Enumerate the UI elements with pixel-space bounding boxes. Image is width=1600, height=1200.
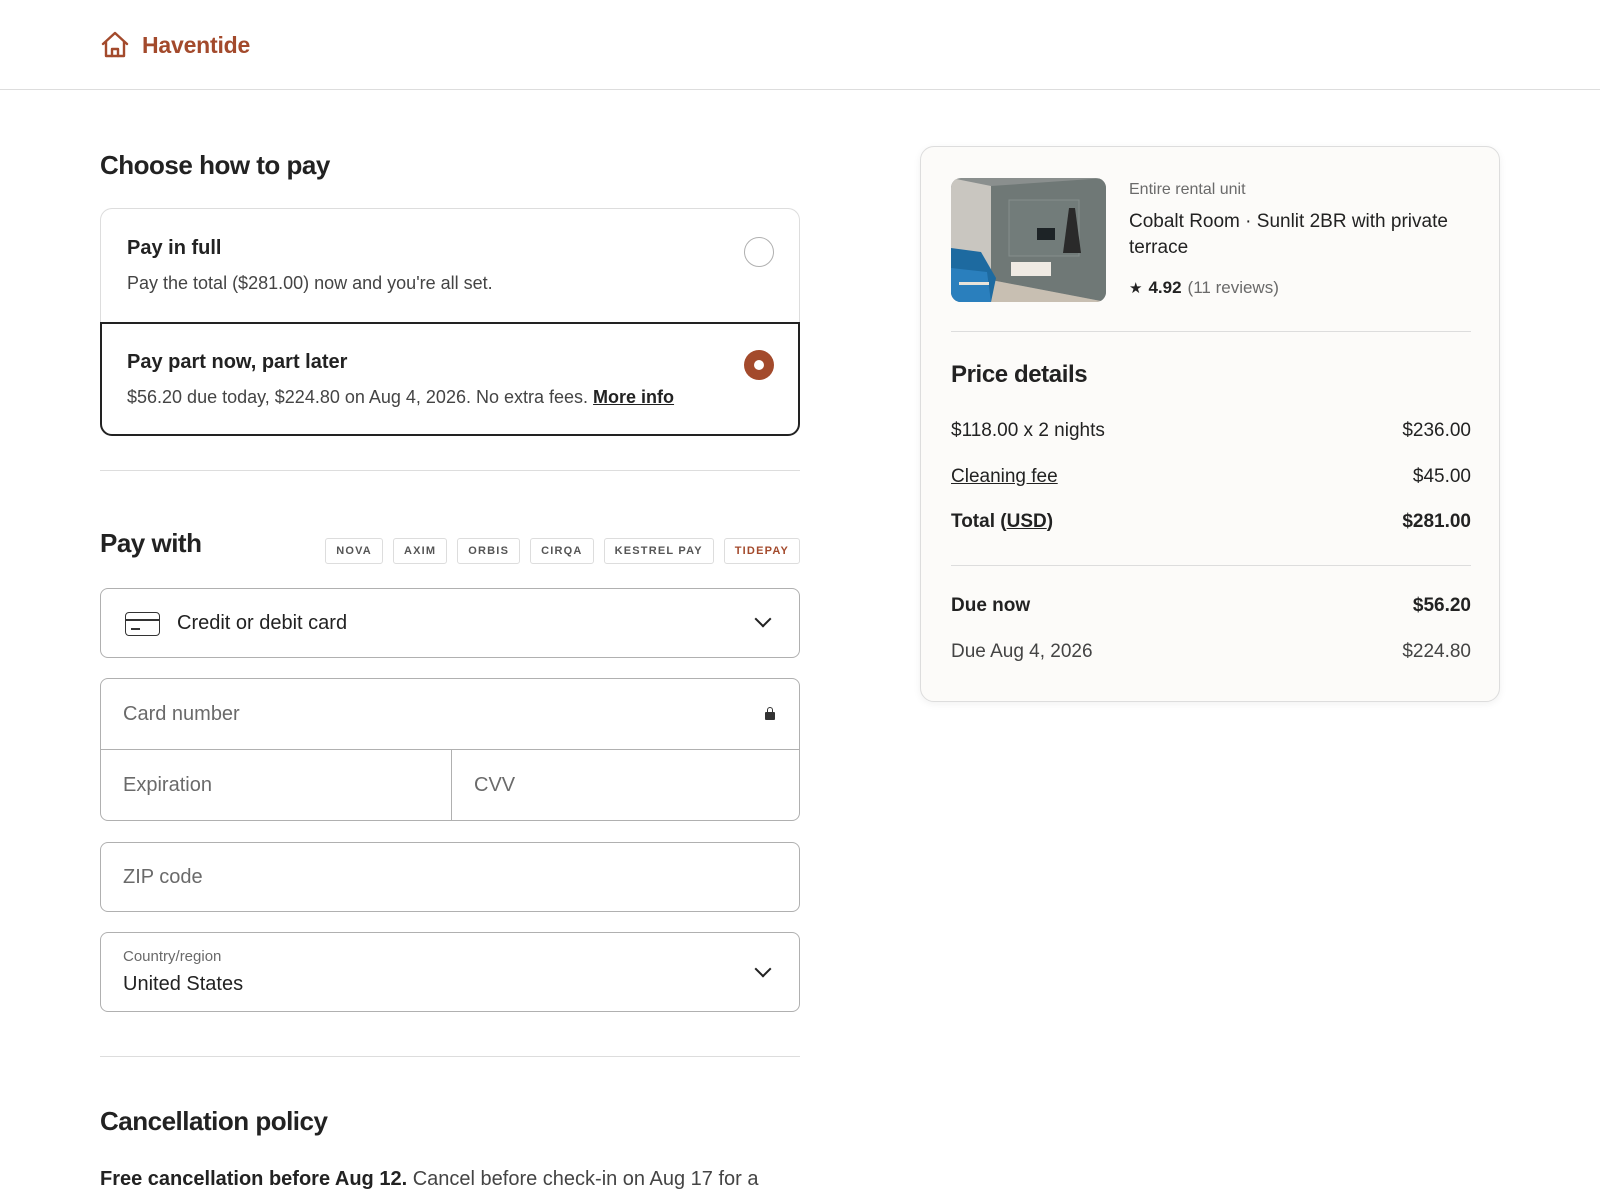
summary-divider: [951, 331, 1471, 332]
total-value: $281.00: [1402, 511, 1471, 532]
brand-chip: AXIM: [392, 538, 448, 564]
row-value: $236.00: [1402, 420, 1471, 441]
option-title: Pay part now, part later: [127, 351, 348, 373]
booking-summary-card: Entire rental unit Cobalt Room · Sunlit …: [920, 146, 1500, 702]
review-count: (11 reviews): [1187, 278, 1279, 297]
rating-score: 4.92: [1148, 278, 1182, 297]
pay-part-now-radio[interactable]: [744, 350, 774, 380]
section-divider: [100, 1056, 800, 1057]
cvv-input[interactable]: CVV: [452, 750, 800, 821]
home-icon: [101, 31, 129, 58]
lock-icon: [765, 707, 775, 721]
pay-part-now-option[interactable]: Pay part now, part later $56.20 due toda…: [100, 322, 800, 436]
more-info-link[interactable]: More info: [593, 387, 674, 407]
brand-chip: ORBIS: [457, 538, 521, 564]
due-later-label: Due Aug 4, 2026: [951, 641, 1093, 662]
due-now-value: $56.20: [1412, 595, 1471, 616]
site-header: Haventide: [0, 0, 1600, 90]
row-value: $45.00: [1412, 466, 1471, 487]
country-value: United States: [123, 973, 244, 995]
choose-how-to-pay-title: Choose how to pay: [100, 150, 330, 180]
brand-logo[interactable]: Haventide: [100, 30, 250, 60]
cancellation-policy-title: Cancellation policy: [100, 1106, 328, 1136]
row-label: $118.00 x 2 nights: [951, 420, 1105, 441]
listing-photo: [951, 178, 1106, 302]
card-number-placeholder: Card number: [123, 703, 240, 725]
option-title: Pay in full: [127, 237, 222, 259]
expiration-input[interactable]: Expiration: [101, 750, 451, 821]
due-later-row: Due Aug 4, 2026 $224.80: [951, 641, 1471, 663]
star-icon: ★: [1129, 280, 1143, 297]
due-now-label: Due now: [951, 595, 1031, 616]
payment-method-label: Credit or debit card: [177, 612, 348, 634]
cleaning-fee-row: Cleaning fee $45.00: [951, 466, 1471, 488]
cancellation-bold: Free cancellation before Aug 12.: [100, 1168, 408, 1190]
pay-in-full-option[interactable]: Pay in full Pay the total ($281.00) now …: [100, 208, 800, 322]
card-details-group: Card number Expiration CVV: [100, 678, 800, 821]
chevron-down-icon: [754, 960, 772, 978]
card-number-input[interactable]: Card number: [101, 679, 799, 750]
pay-with-title: Pay with: [100, 528, 202, 558]
listing-type: Entire rental unit: [1129, 181, 1246, 198]
brand-chip: CIRQA: [530, 538, 594, 564]
brand-name: Haventide: [142, 31, 251, 58]
currency-link[interactable]: USD: [1007, 511, 1047, 532]
zip-code-placeholder: ZIP code: [123, 866, 203, 888]
price-details-title: Price details: [951, 361, 1088, 388]
country-select[interactable]: Country/region United States: [100, 932, 800, 1012]
pay-in-full-radio[interactable]: [744, 237, 774, 267]
total-row: Total (USD) $281.00: [951, 511, 1471, 533]
chevron-down-icon: [754, 610, 772, 628]
listing-rating: ★ 4.92 (11 reviews): [1129, 278, 1279, 298]
expiration-placeholder: Expiration: [123, 774, 212, 796]
summary-divider: [951, 565, 1471, 566]
cancellation-policy-text: Free cancellation before Aug 12. Cancel …: [100, 1168, 758, 1191]
total-label: Total (USD): [951, 511, 1053, 533]
due-later-value: $224.80: [1402, 641, 1471, 662]
listing-name: Cobalt Room · Sunlit 2BR with private te…: [1129, 211, 1448, 258]
option-description-text: $56.20 due today, $224.80 on Aug 4, 2026…: [127, 387, 589, 407]
brand-chip: TIDEPAY: [723, 538, 800, 564]
brand-chip: KESTREL PAY: [603, 538, 714, 564]
nightly-rate-row: $118.00 x 2 nights $236.00: [951, 420, 1471, 442]
brand-chip: NOVA: [325, 538, 383, 564]
total-label-close: ): [1046, 511, 1054, 532]
due-now-row: Due now $56.20: [951, 595, 1471, 617]
cleaning-fee-link[interactable]: Cleaning fee: [951, 466, 1058, 488]
payment-method-select[interactable]: Credit or debit card: [100, 588, 800, 658]
option-description: $56.20 due today, $224.80 on Aug 4, 2026…: [127, 387, 674, 408]
option-description: Pay the total ($281.00) now and you're a…: [127, 273, 493, 293]
zip-code-input[interactable]: ZIP code: [100, 842, 800, 912]
payment-brands: NOVA AXIM ORBIS CIRQA KESTREL PAY TIDEPA…: [325, 538, 800, 564]
total-label-text: Total (: [951, 511, 1007, 532]
country-label: Country/region: [123, 948, 222, 965]
credit-card-icon: [125, 612, 160, 636]
section-divider: [100, 470, 800, 471]
cancellation-detail: Cancel before check-in on Aug 17 for a: [412, 1168, 759, 1190]
cvv-placeholder: CVV: [474, 774, 516, 796]
